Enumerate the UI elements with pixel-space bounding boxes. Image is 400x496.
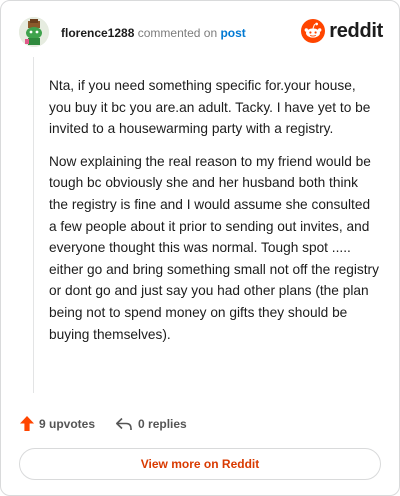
snoo-avatar-icon (19, 17, 49, 47)
reply-arrow-icon (116, 417, 132, 430)
post-link[interactable]: post (220, 26, 245, 40)
embedded-comment-card: florence1288 commented on post reddit Nt… (0, 0, 400, 496)
reddit-logo-icon (301, 19, 326, 43)
upvote-count: 9 upvotes (39, 416, 96, 431)
comment-actions: 9 upvotes 0 replies (19, 415, 187, 432)
view-more-button[interactable]: View more on Reddit (19, 448, 381, 480)
action-text: commented on (137, 26, 218, 40)
reddit-brand[interactable]: reddit (301, 19, 383, 43)
user-avatar[interactable] (19, 17, 49, 47)
reply-count: 0 replies (138, 416, 187, 431)
comment-paragraph: Nta, if you need something specific for.… (49, 78, 371, 137)
comment-meta: florence1288 commented on post (61, 26, 246, 40)
reddit-wordmark: reddit (329, 19, 383, 42)
username-link[interactable]: florence1288 (61, 26, 134, 40)
thread-line[interactable] (33, 57, 34, 393)
comment-paragraph: Now explaining the real reason to my fri… (49, 153, 379, 342)
reply-button[interactable]: 0 replies (115, 417, 187, 431)
upvote-arrow-icon (20, 416, 34, 431)
upvote-button[interactable]: 9 upvotes (19, 415, 95, 432)
comment-body: Nta, if you need something specific for.… (49, 75, 379, 356)
comment-header: florence1288 commented on post reddit (19, 17, 383, 51)
